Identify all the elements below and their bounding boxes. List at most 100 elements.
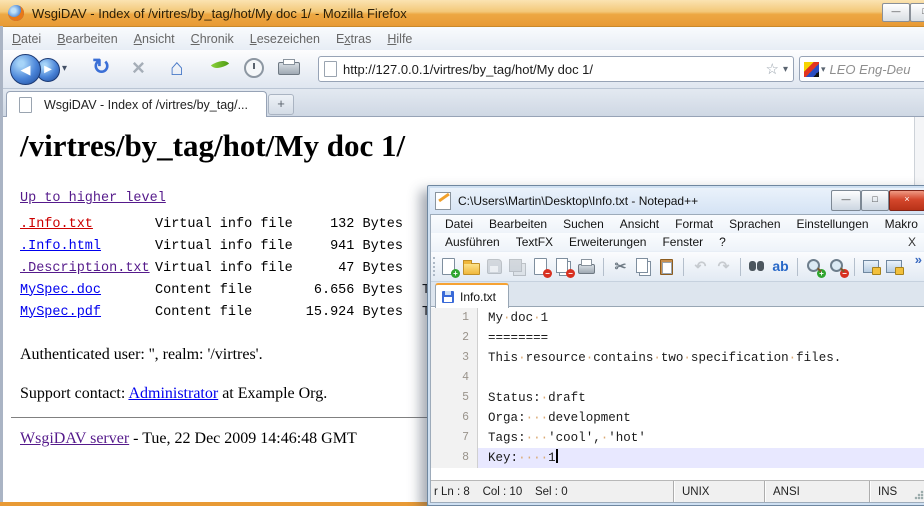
print-button[interactable] [278, 62, 300, 75]
open-folder-icon[interactable] [462, 257, 481, 276]
encoding-status[interactable]: ANSI [764, 481, 869, 502]
menu-item-lesezeichen[interactable]: Lesezeichen [242, 30, 328, 48]
search-placeholder[interactable]: LEO Eng-Deu [830, 62, 911, 77]
toolbar-overflow-icon[interactable]: » [915, 252, 922, 267]
screen: WsgiDAV - Index of /virtres/by_tag/hot/M… [0, 0, 924, 506]
notepadpp-tabbar: Info.txt [431, 282, 924, 307]
up-to-higher-level-link[interactable]: Up to higher level [20, 191, 166, 206]
leo-search-engine-icon[interactable] [804, 62, 819, 77]
menu-item-ansicht[interactable]: Ansicht [126, 30, 183, 48]
addon-leaf-icon[interactable] [211, 56, 229, 73]
whitespace-dot: · [683, 351, 691, 365]
file-link[interactable]: .Info.html [20, 239, 101, 254]
file-link[interactable]: MySpec.pdf [20, 305, 101, 320]
editor-line-text[interactable]: Key:····1 [478, 448, 924, 468]
editor-line-text[interactable]: ======== [478, 328, 924, 348]
sync-vertical-icon[interactable] [862, 257, 881, 276]
menu-item-suchen[interactable]: Suchen [555, 216, 612, 232]
paste-icon[interactable] [657, 257, 676, 276]
editor-line-text[interactable]: Orga:···development [478, 408, 924, 428]
editor-line[interactable]: 6Orga:···development [431, 408, 924, 428]
new-tab-button[interactable]: + [268, 94, 294, 115]
table-row: MySpec.pdfContent file15.924 BytesTu [20, 301, 438, 323]
resize-grip[interactable] [914, 490, 924, 500]
bookmark-star-icon[interactable]: ☆ [766, 60, 779, 78]
zoom-out-icon[interactable]: − [828, 257, 847, 276]
menu-item-bearbeiten[interactable]: Bearbeiten [481, 216, 555, 232]
stop-button[interactable]: × [132, 55, 145, 81]
editor-line[interactable]: 7Tags:···'cool',·'hot' [431, 428, 924, 448]
menu-item-[interactable]: ? [711, 234, 734, 250]
menu-item-makro[interactable]: Makro [877, 216, 924, 232]
menu-item-ausfhren[interactable]: Ausführen [437, 234, 508, 250]
menu-item-bearbeiten[interactable]: Bearbeiten [49, 30, 125, 48]
document-tab[interactable]: Info.txt [435, 283, 509, 308]
eol-format-status[interactable]: UNIX [673, 481, 764, 502]
find-icon[interactable] [748, 257, 767, 276]
menu-item-ansicht[interactable]: Ansicht [612, 216, 667, 232]
home-button[interactable]: ⌂ [170, 54, 184, 81]
editor-line-text[interactable]: This·resource·contains·two·specification… [478, 348, 924, 368]
close-document-icon[interactable]: X [908, 235, 924, 249]
whitespace-dot: · [586, 351, 594, 365]
replace-icon[interactable]: ab [771, 257, 790, 276]
text-editor[interactable]: 1My·doc·12========3This·resource·contain… [431, 307, 924, 480]
menu-item-sprachen[interactable]: Sprachen [721, 216, 788, 232]
maximize-button[interactable]: □ [910, 3, 924, 22]
menu-item-datei[interactable]: Datei [437, 216, 481, 232]
copy-icon[interactable] [634, 257, 653, 276]
file-link[interactable]: .Description.txt [20, 261, 150, 276]
search-engine-dropdown-icon[interactable]: ▾ [821, 64, 826, 75]
menu-item-fenster[interactable]: Fenster [654, 234, 711, 250]
editor-line-text[interactable]: My·doc·1 [478, 308, 924, 328]
line-number: 4 [431, 368, 478, 388]
editor-line[interactable]: 8Key:····1 [431, 448, 924, 468]
editor-line[interactable]: 4 [431, 368, 924, 388]
reload-button[interactable]: ↻ [92, 54, 110, 80]
minimize-button[interactable]: — [831, 190, 861, 211]
menu-item-hilfe[interactable]: Hilfe [379, 30, 420, 48]
editor-line[interactable]: 3This·resource·contains·two·specificatio… [431, 348, 924, 368]
firefox-titlebar[interactable]: WsgiDAV - Index of /virtres/by_tag/hot/M… [0, 0, 924, 27]
line-number: 8 [431, 448, 478, 468]
menu-item-textfx[interactable]: TextFX [508, 234, 561, 250]
search-box[interactable]: ▾ LEO Eng-Deu [799, 56, 924, 82]
file-link[interactable]: .Info.txt [20, 217, 93, 232]
menu-item-format[interactable]: Format [667, 216, 721, 232]
print-icon[interactable] [577, 257, 596, 276]
file-link[interactable]: MySpec.doc [20, 283, 101, 298]
toolbar-separator [797, 258, 798, 276]
restore-button[interactable]: □ [861, 190, 889, 211]
addon-clock-icon[interactable] [244, 58, 264, 78]
cut-icon[interactable]: ✂ [611, 257, 630, 276]
firefox-navbar: ◀ ▶ ▾ ↻ × ⌂ http://127.0.0.1/virtres/by_… [0, 50, 924, 89]
close-button[interactable]: × [889, 190, 924, 211]
new-file-icon[interactable]: + [439, 257, 458, 276]
menu-item-datei[interactable]: Datei [4, 30, 49, 48]
url-bar[interactable]: http://127.0.0.1/virtres/by_tag/hot/My d… [318, 56, 794, 82]
close-file-icon[interactable]: − [531, 257, 550, 276]
administrator-link[interactable]: Administrator [128, 385, 218, 402]
editor-line-text[interactable]: Tags:···'cool',·'hot' [478, 428, 924, 448]
editor-line-text[interactable] [478, 368, 924, 388]
menu-item-einstellungen[interactable]: Einstellungen [789, 216, 877, 232]
menu-item-chronik[interactable]: Chronik [183, 30, 242, 48]
notepadpp-titlebar[interactable]: C:\Users\Martin\Desktop\Info.txt - Notep… [430, 188, 924, 214]
editor-line-text[interactable]: Status:·draft [478, 388, 924, 408]
browser-tab[interactable]: WsgiDAV - Index of /virtres/by_tag/... [6, 91, 267, 117]
editor-line[interactable]: 2======== [431, 328, 924, 348]
minimize-button[interactable]: — [882, 3, 910, 22]
history-dropdown-icon[interactable]: ▾ [62, 63, 67, 74]
editor-line[interactable]: 1My·doc·1 [431, 308, 924, 328]
menu-item-extras[interactable]: Extras [328, 30, 379, 48]
url-text[interactable]: http://127.0.0.1/virtres/by_tag/hot/My d… [343, 62, 766, 77]
file-type-cell: Virtual info file [155, 235, 293, 257]
url-dropdown-icon[interactable]: ▾ [783, 64, 788, 75]
close-all-icon[interactable]: − [554, 257, 573, 276]
wsgidav-server-link[interactable]: WsgiDAV server [20, 430, 129, 447]
back-button[interactable]: ◀ [10, 54, 41, 85]
zoom-in-icon[interactable]: + [805, 257, 824, 276]
editor-line[interactable]: 5Status:·draft [431, 388, 924, 408]
menu-item-erweiterungen[interactable]: Erweiterungen [561, 234, 654, 250]
sync-horizontal-icon[interactable] [885, 257, 904, 276]
